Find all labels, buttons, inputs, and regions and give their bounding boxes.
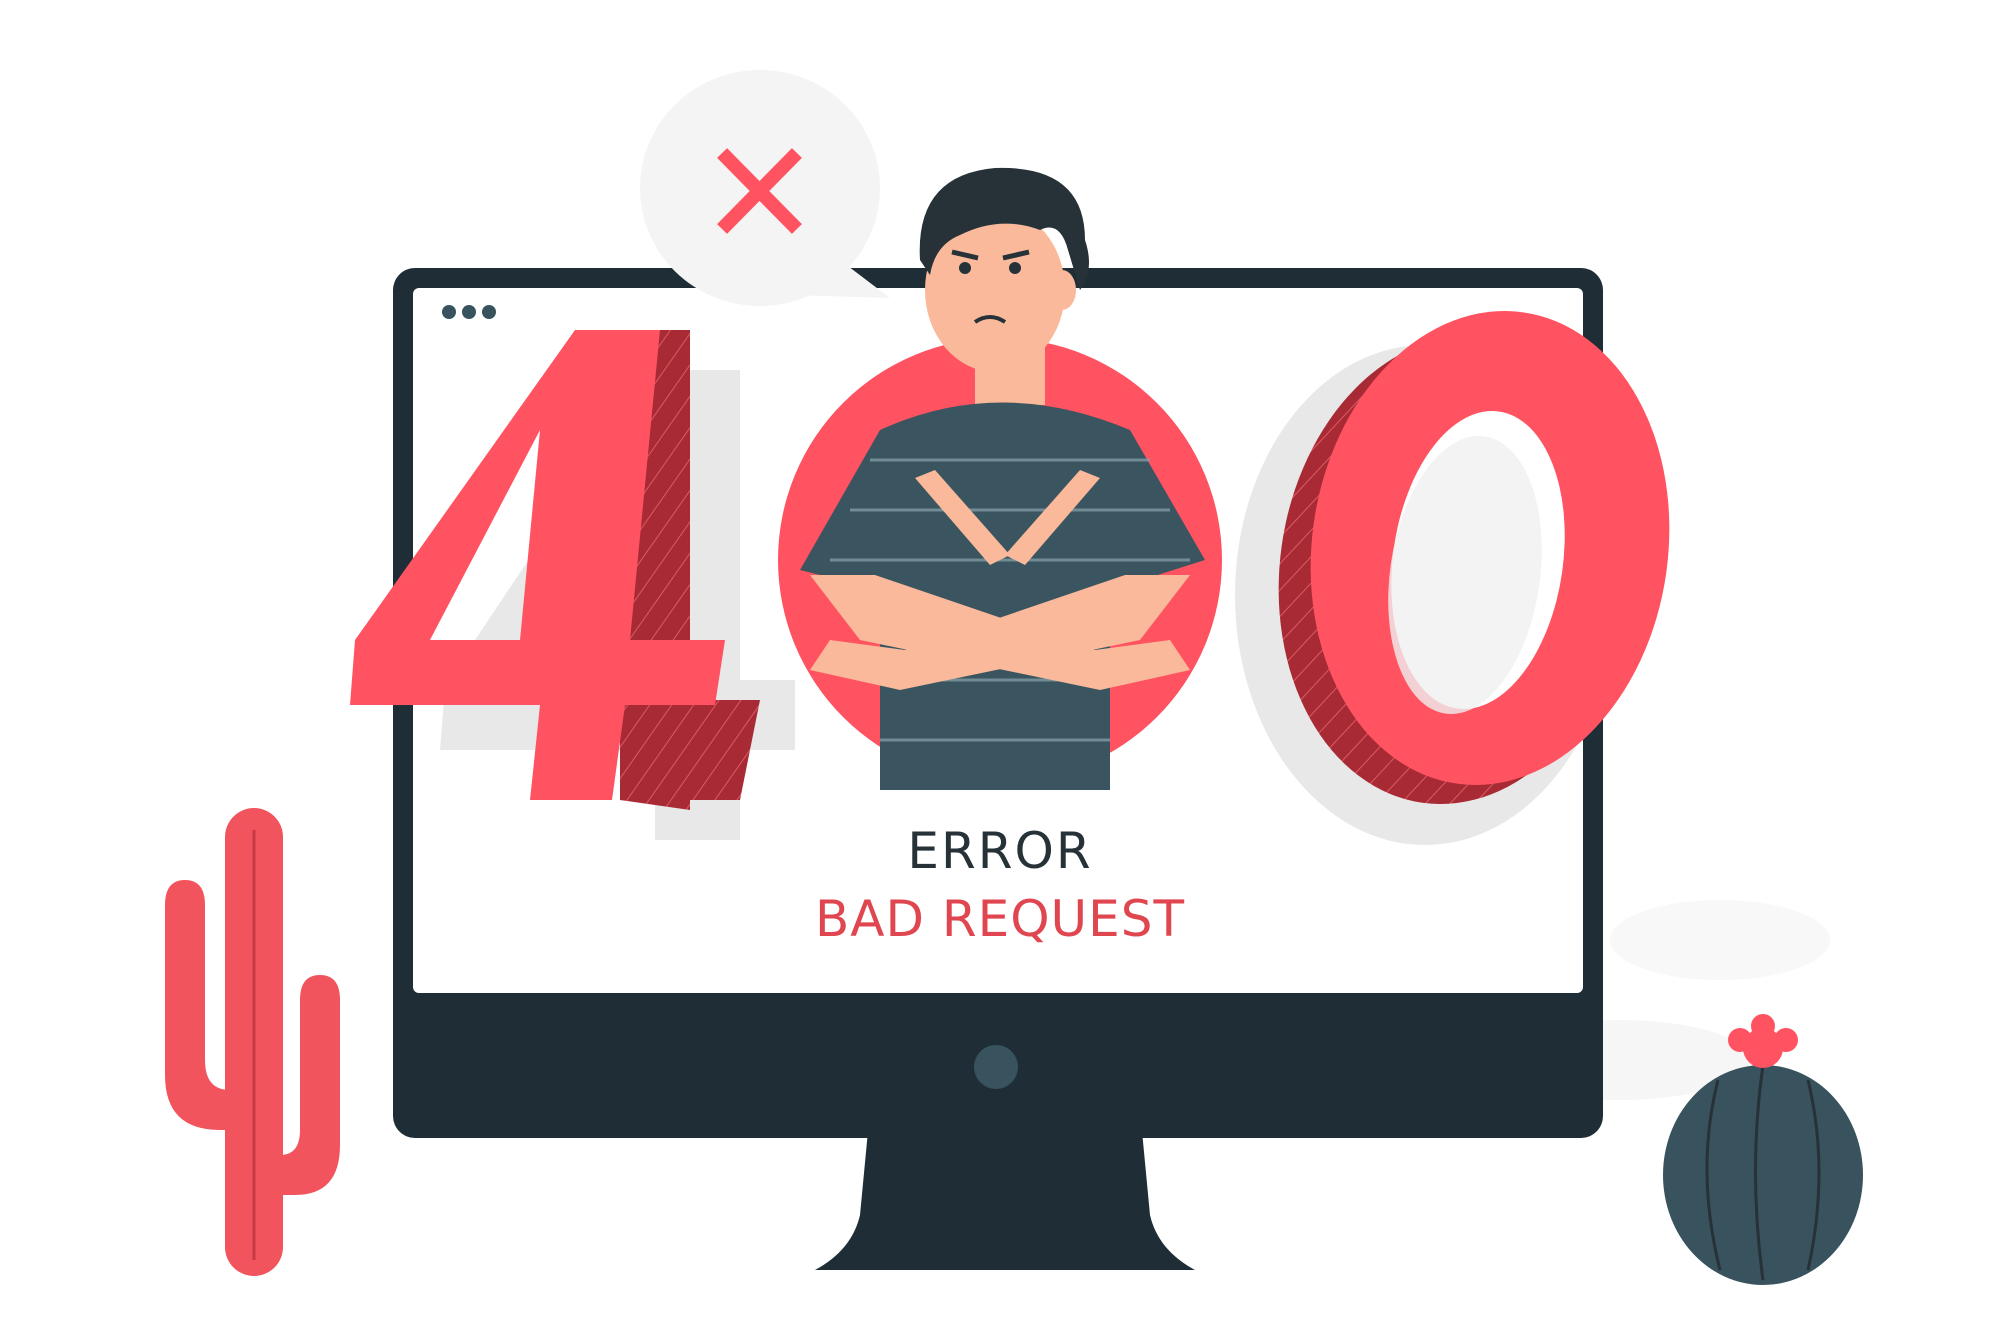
bad-request-illustration [165,70,1863,1285]
speech-bubble [640,70,890,306]
error-subtitle: BAD REQUEST [814,890,1186,948]
window-controls-icon [442,305,496,319]
saguaro-cactus [165,808,340,1276]
webcam-icon [974,1045,1018,1089]
error-title: ERROR [907,822,1093,880]
